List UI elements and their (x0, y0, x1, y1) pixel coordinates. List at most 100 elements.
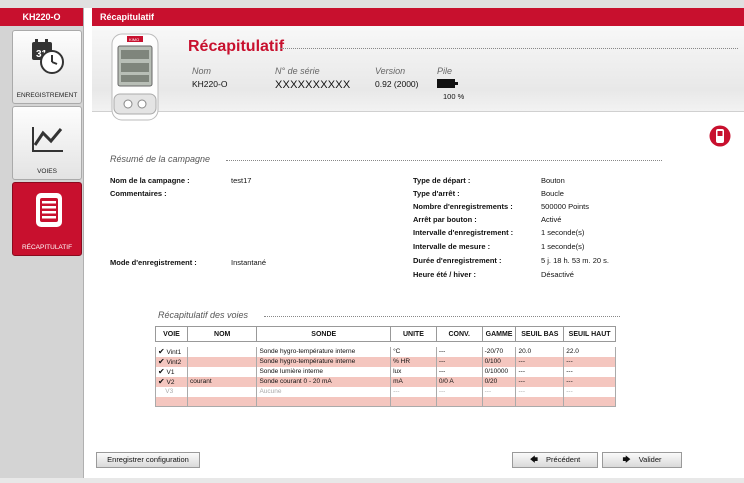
table-row[interactable]: ✔ V2 courant Sonde courant 0 - 20 mA mA … (155, 376, 616, 387)
conv-cell: --- (435, 386, 483, 397)
nom-cell (186, 356, 258, 367)
sidebar-item-recapitulatif[interactable]: RÉCAPITULATIF (12, 182, 82, 256)
page-title: Récapitulatif (188, 38, 285, 55)
col-header-gamme: GAMME (481, 326, 517, 342)
voie-id: V1 (166, 369, 175, 376)
checkmark-icon: ✔ (158, 377, 165, 386)
gamme-cell: 0/100 (481, 356, 517, 367)
table-row[interactable]: ✔ V1 Sonde lumière interne lux --- 0/100… (155, 366, 616, 377)
sidebar-item-enregistrement[interactable]: 31 ENREGISTREMENT (12, 30, 82, 104)
gamme-cell: 0/10000 (481, 366, 517, 377)
nom-cell (186, 366, 258, 377)
col-header-voie: VOIE (155, 326, 188, 342)
start-type-value: Bouton (541, 176, 565, 185)
duration-label: Durée d'enregistrement : (413, 256, 502, 265)
battery-column: Pile 100 % (437, 66, 464, 101)
sonde-cell: Sonde hygro-température interne (256, 356, 392, 367)
sidebar: KH220-O 31 ENREGISTREMENT VOIES RÉCAPITU… (0, 8, 84, 483)
measure-interval-label: Intervalle de mesure : (413, 242, 491, 251)
nom-cell (186, 346, 258, 357)
unite-cell: lux (390, 366, 437, 377)
seuil-haut-cell: --- (563, 386, 616, 397)
seuil-bas-cell: --- (515, 386, 565, 397)
measure-interval-value: 1 seconde(s) (541, 242, 585, 251)
unite-cell: mA (390, 376, 437, 387)
title-divider (280, 48, 738, 49)
voie-id: Vint2 (166, 359, 182, 366)
version-label: Version (375, 66, 406, 76)
seuil-bas-cell: --- (515, 376, 565, 387)
dst-label: Heure été / hiver : (413, 270, 476, 279)
voie-cell[interactable]: ✔ V2 (155, 376, 188, 387)
sidebar-item-label: ENREGISTREMENT (16, 92, 78, 99)
seuil-bas-cell: --- (515, 356, 565, 367)
window-bottom-strip (0, 478, 744, 483)
voies-section-title: Récapitulatif des voies (158, 310, 249, 320)
battery-icon (437, 79, 458, 88)
device-name-value: KH220-O (192, 79, 228, 89)
col-header-nom: NOM (186, 326, 258, 342)
voie-cell[interactable]: ✔ V1 (155, 366, 188, 377)
recording-mode-value: Instantané (231, 258, 267, 267)
validate-button[interactable]: 🡆 Valider (602, 452, 682, 468)
sonde-cell: Sonde courant 0 - 20 mA (256, 376, 392, 387)
checkmark-icon: ✔ (158, 357, 165, 366)
device-image: KIMO (111, 33, 159, 121)
conv-cell: 0/0 A (435, 376, 483, 387)
voies-section-divider (264, 316, 620, 317)
version-column: Version 0.92 (2000) (375, 66, 418, 89)
voie-cell[interactable]: ✔ Vint1 (155, 346, 188, 357)
line-chart-icon (32, 127, 63, 152)
serial-label: N° de série (275, 66, 320, 76)
voie-id: V2 (166, 379, 175, 386)
header-bar: Récapitulatif (92, 8, 744, 26)
duration-value: 5 j. 18 h. 53 m. 20 s. (541, 256, 609, 265)
previous-button-label: Précédent (546, 455, 581, 464)
seuil-bas-cell: 20.0 (515, 346, 565, 357)
voie-cell[interactable]: V3 (155, 386, 188, 397)
record-interval-label: Intervalle d'enregistrement : (413, 228, 514, 237)
campaign-name-label: Nom de la campagne : (110, 176, 190, 185)
unite-cell: --- (390, 386, 437, 397)
gamme-cell: 0/20 (481, 376, 517, 387)
sidebar-item-label: VOIES (37, 168, 57, 175)
arrow-left-icon: 🡄 (529, 455, 539, 464)
campaign-section-title: Résumé de la campagne (110, 154, 211, 164)
table-row[interactable]: ✔ Vint2 Sonde hygro-température interne … (155, 356, 616, 367)
stop-type-label: Type d'arrêt : (413, 189, 460, 198)
previous-button[interactable]: 🡄 Précédent (512, 452, 598, 468)
calendar-clock-icon: 31 (32, 39, 64, 74)
checkmark-icon: ✔ (158, 347, 165, 356)
version-value: 0.92 (2000) (375, 79, 419, 89)
gamme-cell: -20/70 (481, 346, 517, 357)
stop-type-value: Boucle (541, 189, 564, 198)
comments-label: Commentaires : (110, 189, 167, 198)
col-header-unite: UNITE (390, 326, 437, 342)
validate-button-label: Valider (638, 455, 662, 464)
campaign-name-value: test17 (231, 176, 252, 185)
battery-label: Pile (437, 66, 453, 76)
table-row[interactable]: V3 Aucune --- --- --- --- --- (155, 386, 616, 397)
col-header-conv: CONV. (435, 326, 483, 342)
record-count-value: 500000 Points (541, 202, 589, 211)
battery-value: 100 % (443, 92, 465, 101)
recording-mode-label: Mode d'enregistrement : (110, 258, 197, 267)
start-type-label: Type de départ : (413, 176, 471, 185)
table-row-empty (155, 396, 616, 407)
seuil-bas-cell: --- (515, 366, 565, 377)
voie-cell[interactable]: ✔ Vint2 (155, 356, 188, 367)
record-interval-value: 1 seconde(s) (541, 228, 585, 237)
save-configuration-button[interactable]: Enregistrer configuration (96, 452, 200, 468)
gamme-cell: --- (481, 386, 517, 397)
sidebar-item-voies[interactable]: VOIES (12, 106, 82, 180)
conv-cell: --- (435, 346, 483, 357)
channels-table: VOIE NOM SONDE UNITE CONV. GAMME SEUIL B… (155, 326, 616, 407)
seuil-haut-cell: --- (563, 366, 616, 377)
table-row[interactable]: ✔ Vint1 Sonde hygro-température interne … (155, 346, 616, 357)
device-header-panel: KIMO Récapitulatif Nom KH220-O N° de sér… (92, 26, 744, 121)
device-status-icon[interactable] (709, 125, 731, 147)
col-header-sonde: SONDE (256, 326, 392, 342)
conv-cell: --- (435, 366, 483, 377)
checkmark-icon: ✔ (158, 367, 165, 376)
svg-text:KIMO: KIMO (129, 37, 139, 42)
